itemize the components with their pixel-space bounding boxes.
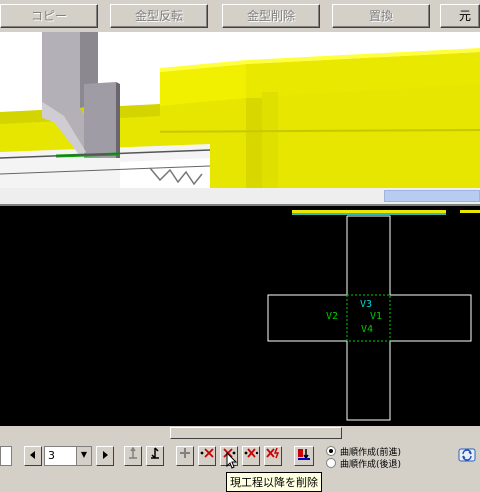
radio-backward[interactable]	[326, 458, 336, 468]
mouse-cursor-icon	[226, 452, 238, 469]
delete-step-button[interactable]	[198, 446, 216, 466]
bend-down-icon	[151, 447, 159, 459]
delete-before-button[interactable]	[242, 446, 260, 466]
refresh-button[interactable]	[458, 446, 478, 466]
plus-icon	[180, 448, 190, 458]
flat-pattern	[267, 215, 472, 421]
radio-dot	[329, 449, 333, 453]
tooltip: 現工程以降を削除	[226, 472, 322, 492]
bend-label-v3: V3	[360, 299, 373, 310]
bend-down-button[interactable]	[146, 446, 164, 466]
delete-before-icon	[244, 448, 259, 458]
sequence-icon	[298, 449, 310, 460]
delete-all-button[interactable]	[264, 446, 282, 466]
add-step-button[interactable]	[176, 446, 194, 466]
scroll-thumb-2d[interactable]	[170, 427, 342, 439]
refresh-icon	[458, 448, 476, 462]
copy-button[interactable]: コピー	[0, 4, 98, 28]
mold-flip-button[interactable]: 金型反転	[110, 4, 208, 28]
lightning-icon	[266, 447, 280, 459]
cut-off-button[interactable]: 元	[440, 4, 480, 28]
step-prev-button[interactable]	[24, 446, 42, 466]
3d-scene	[0, 32, 480, 188]
step-next-button[interactable]	[96, 446, 114, 466]
bend-label-v2: V2	[326, 311, 339, 322]
replace-button[interactable]: 置換	[332, 4, 430, 28]
radio-forward[interactable]	[326, 446, 336, 456]
2d-horizontal-scrollbar[interactable]	[0, 426, 480, 440]
2d-view[interactable]: V3 V1 V2 V4	[0, 206, 480, 426]
scroll-thumb[interactable]	[384, 190, 480, 202]
bend-label-v1: V1	[370, 311, 383, 322]
3d-view[interactable]	[0, 32, 480, 188]
bend-label-v4: V4	[361, 324, 374, 335]
step-select[interactable]: 3 ▼	[44, 446, 92, 466]
triangle-left-icon	[30, 451, 35, 459]
mold-delete-button[interactable]: 金型削除	[222, 4, 320, 28]
triangle-right-icon	[103, 451, 108, 459]
bend-up-icon	[129, 446, 137, 459]
auto-sequence-button[interactable]	[294, 446, 314, 466]
radio-backward-label: 曲順作成(後退)	[340, 460, 402, 470]
bend-up-button[interactable]	[124, 446, 142, 466]
delete-x-icon	[200, 448, 214, 458]
step-value: 3	[48, 449, 55, 462]
left-field[interactable]	[0, 446, 12, 466]
3d-horizontal-scrollbar[interactable]	[0, 188, 480, 204]
dropdown-arrow-icon[interactable]: ▼	[76, 447, 91, 465]
